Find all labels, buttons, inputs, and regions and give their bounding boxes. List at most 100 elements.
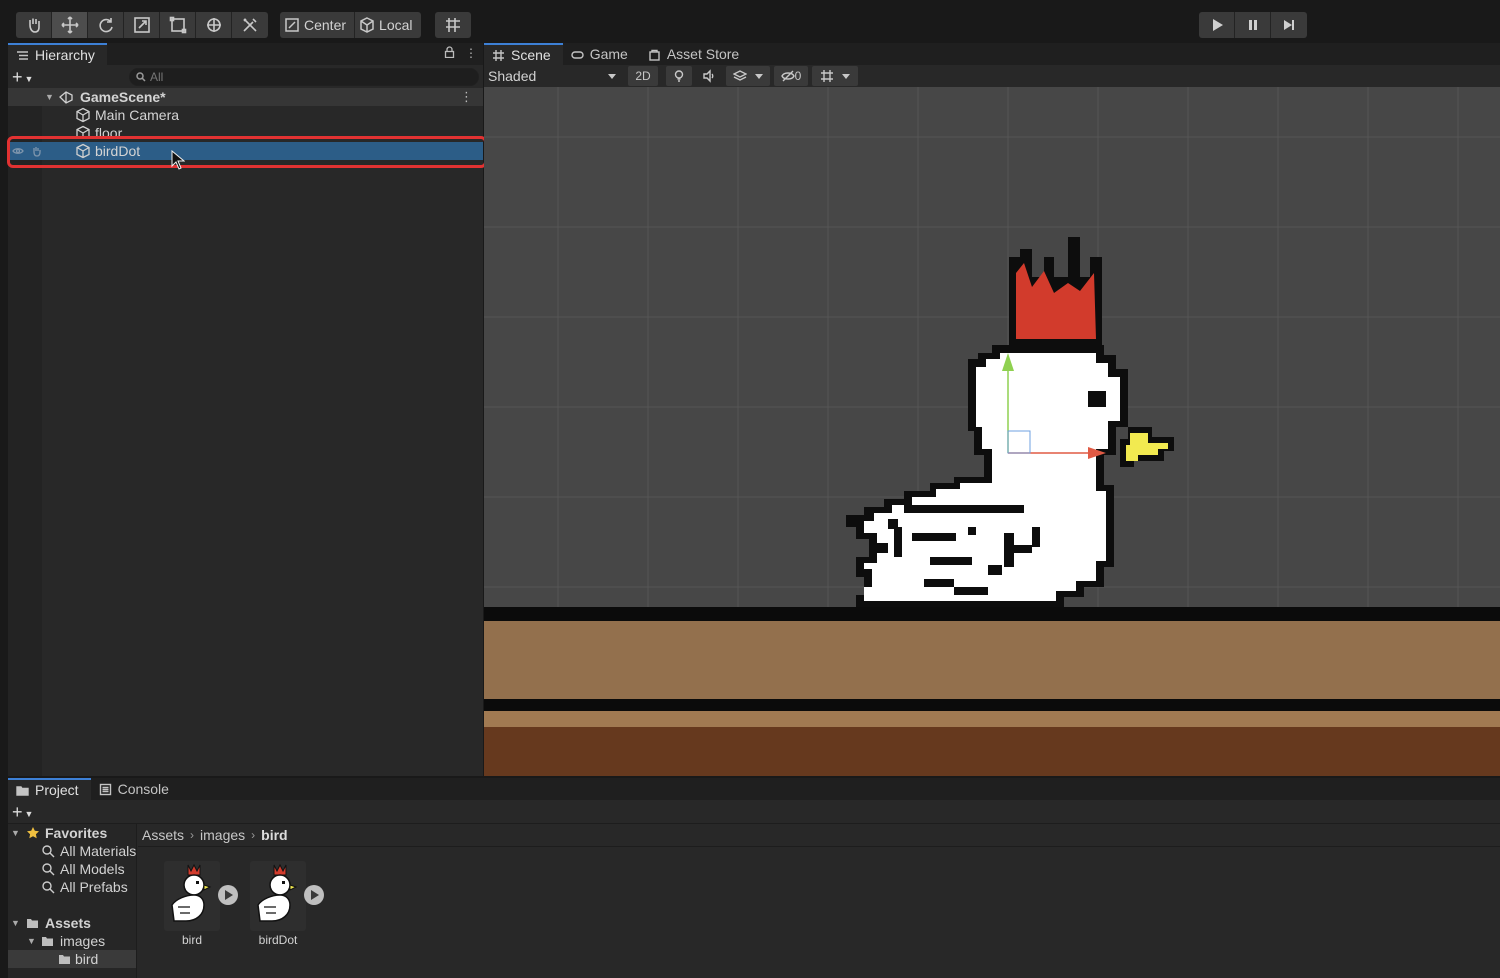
search-icon: [41, 844, 55, 858]
floor-sprite[interactable]: [484, 607, 1500, 776]
shopping-bag-icon: [649, 49, 660, 61]
project-create-button[interactable]: + ▼: [12, 802, 33, 823]
tab-scene[interactable]: Scene: [484, 43, 563, 65]
tab-project-label: Project: [35, 782, 79, 798]
hierarchy-item-selected[interactable]: birdDot: [8, 142, 483, 160]
hierarchy-item[interactable]: Main Camera: [8, 106, 483, 124]
breadcrumb-item[interactable]: images: [200, 827, 245, 843]
star-icon: [26, 826, 40, 840]
pause-icon: [1248, 20, 1257, 30]
hierarchy-search: [129, 68, 479, 86]
tab-console[interactable]: Console: [91, 778, 181, 800]
shading-mode-dropdown[interactable]: Shaded: [488, 66, 620, 86]
assets-label: Assets: [45, 915, 91, 931]
rotate-tool-button[interactable]: [88, 12, 124, 38]
tab-project[interactable]: Project: [8, 778, 91, 800]
pivot-center-icon: [285, 18, 299, 32]
tree-item-all-models[interactable]: All Models: [8, 860, 136, 878]
folder-open-icon: [41, 934, 55, 948]
asset-item-birddot[interactable]: birdDot: [224, 861, 324, 951]
chevron-down-icon: ▼: [24, 809, 34, 819]
hidden-objects-toggle[interactable]: 0: [774, 66, 808, 86]
grid-snap-button[interactable]: [435, 12, 471, 38]
panel-menu-icon[interactable]: ⋮: [465, 46, 477, 61]
chevron-down-icon: [608, 73, 616, 79]
plus-icon: +: [12, 67, 23, 87]
scene-panel: Scene Game Asset Store Shaded 2D 0: [484, 43, 1500, 776]
hierarchy-panel: Hierarchy ⋮ +▼ ▼ GameScene* ⋮ Main Camer…: [8, 43, 483, 776]
toggle-2d-button[interactable]: 2D: [628, 66, 658, 86]
tree-item-bird[interactable]: bird: [8, 950, 136, 968]
pivot-local-label: Local: [379, 17, 413, 33]
scene-tabbar: Scene Game Asset Store: [484, 43, 1500, 65]
tree-item-all-materials[interactable]: All Materials: [8, 842, 136, 860]
expand-arrow-icon[interactable]: ▼: [11, 828, 20, 838]
hash-icon: [493, 49, 504, 61]
hierarchy-tabbar: Hierarchy ⋮: [8, 43, 483, 65]
gizmos-dropdown-button[interactable]: [812, 66, 858, 86]
tab-game-label: Game: [589, 46, 628, 62]
transform-tool-button[interactable]: [196, 12, 232, 38]
tab-hierarchy[interactable]: Hierarchy: [8, 43, 107, 65]
favorite-label: All Prefabs: [60, 879, 128, 895]
hand-icon: [28, 18, 40, 33]
pivot-local-button[interactable]: Local: [355, 12, 420, 38]
scale-tool-button[interactable]: [124, 12, 160, 38]
eye-icon[interactable]: [12, 145, 24, 157]
effects-dropdown-button[interactable]: [726, 66, 770, 86]
plus-icon: +: [12, 802, 23, 822]
play-icon: [1212, 19, 1223, 31]
shading-mode-value: Shaded: [488, 68, 537, 84]
chevron-down-icon: ▼: [24, 74, 34, 84]
expand-arrow-icon[interactable]: ▼: [45, 92, 54, 102]
play-preview-icon[interactable]: [304, 885, 324, 905]
move-tool-button[interactable]: [52, 12, 88, 38]
pick-hand-icon[interactable]: [30, 145, 42, 157]
rect-transform-icon: [169, 16, 186, 34]
move-icon: [60, 16, 79, 34]
tab-asset-store[interactable]: Asset Store: [640, 43, 751, 65]
custom-tool-button[interactable]: [232, 12, 268, 38]
grid-snap-icon: [446, 18, 460, 32]
scene-viewport[interactable]: [484, 87, 1500, 776]
tree-item-assets[interactable]: ▼ Assets: [8, 914, 136, 932]
tab-scene-label: Scene: [511, 47, 551, 63]
search-icon: [41, 862, 55, 876]
create-dropdown-button[interactable]: + ▼: [12, 67, 33, 88]
console-icon: [99, 783, 111, 795]
scene-menu-icon[interactable]: ⋮: [460, 89, 473, 105]
pivot-center-button[interactable]: Center: [280, 12, 356, 38]
project-tabbar: Project Console: [8, 778, 1500, 800]
scene-root-row[interactable]: ▼ GameScene* ⋮: [8, 88, 483, 106]
hand-tool-button[interactable]: [16, 12, 52, 38]
tree-item-all-prefabs[interactable]: All Prefabs: [8, 878, 136, 896]
gamepad-icon: [571, 50, 584, 59]
folder-icon: [16, 785, 29, 796]
hierarchy-search-input[interactable]: [150, 70, 450, 84]
chevron-down-icon: [842, 73, 850, 79]
rect-tool-button[interactable]: [160, 12, 196, 38]
tab-asset-store-label: Asset Store: [666, 46, 740, 62]
step-button[interactable]: [1271, 12, 1307, 38]
breadcrumb-item[interactable]: Assets: [142, 827, 184, 843]
pivot-controls: Center Local: [280, 12, 421, 38]
asset-item-bird[interactable]: bird: [138, 861, 238, 951]
play-button[interactable]: [1199, 12, 1235, 38]
tab-game[interactable]: Game: [563, 43, 640, 65]
bird-dot-sprite[interactable]: [846, 237, 1174, 607]
expand-arrow-icon[interactable]: ▼: [27, 936, 36, 946]
expand-arrow-icon[interactable]: ▼: [11, 918, 20, 928]
scene-canvas[interactable]: [484, 87, 1500, 776]
lock-icon[interactable]: [444, 46, 455, 61]
tree-item-images[interactable]: ▼ images: [8, 932, 136, 950]
eye-slash-icon: [780, 70, 795, 82]
pause-button[interactable]: [1235, 12, 1271, 38]
breadcrumb-current[interactable]: bird: [261, 827, 287, 843]
hierarchy-search-row: + ▼: [8, 65, 483, 89]
hierarchy-tab-tools: ⋮: [444, 46, 477, 61]
audio-toggle-button[interactable]: [696, 66, 722, 86]
row-visibility-toggles: [12, 145, 42, 157]
lighting-toggle-button[interactable]: [666, 66, 692, 86]
tree-item-favorites[interactable]: ▼ Favorites: [8, 824, 136, 842]
hierarchy-item[interactable]: floor: [8, 124, 483, 138]
